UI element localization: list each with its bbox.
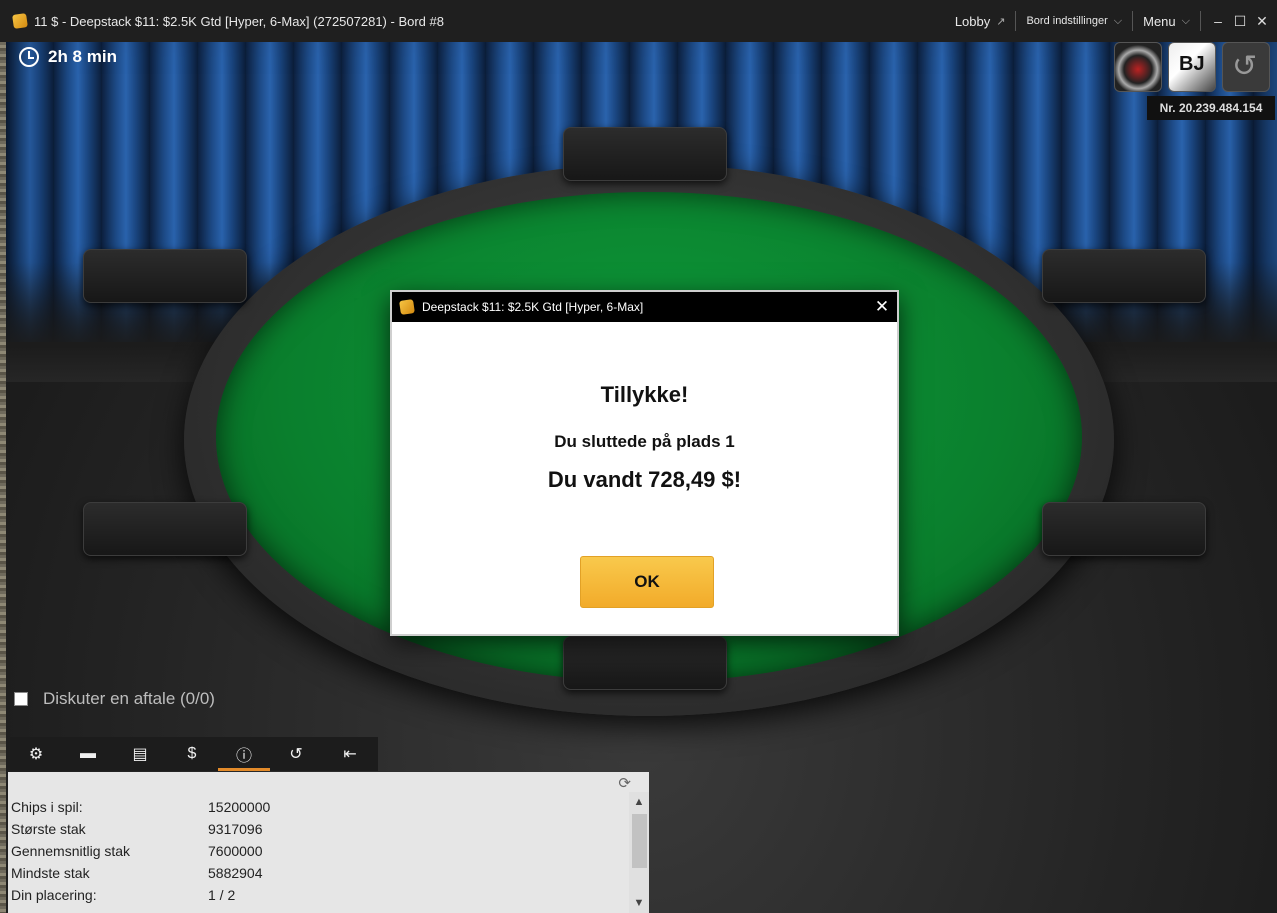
bottom-toolbar: ⚙ ▬ ▤ $ ⓘ ↺ ⇤ bbox=[10, 737, 378, 771]
external-link-icon: ↗ bbox=[996, 15, 1006, 28]
deal-label: Diskuter en aftale (0/0) bbox=[43, 689, 215, 708]
refresh-icon[interactable]: ⟳ bbox=[618, 774, 631, 792]
lobby-button[interactable]: Lobby ↗ bbox=[945, 10, 1016, 32]
table-settings-menu[interactable]: Bord indstillinger ⌵ bbox=[1016, 10, 1132, 32]
info-label: Mindste stak bbox=[11, 865, 90, 881]
menu-label: Menu bbox=[1143, 13, 1176, 29]
info-row: Chips i spil: 15200000 bbox=[11, 796, 270, 818]
app-logo-icon bbox=[12, 13, 28, 29]
info-label: Største stak bbox=[11, 821, 86, 837]
chevron-down-icon: ⌵ bbox=[1181, 14, 1190, 27]
info-row: Gennemsnitlig stak 7600000 bbox=[11, 840, 263, 862]
timer-text: 2h 8 min bbox=[48, 47, 117, 66]
minimize-button[interactable]: – bbox=[1207, 13, 1229, 29]
winnings-text: Du vandt 728,49 $! bbox=[547, 467, 742, 492]
info-value: 9317096 bbox=[208, 821, 263, 837]
replay-icon: ↺ bbox=[1232, 50, 1258, 83]
info-scrollbar[interactable]: ▲ ▼ bbox=[629, 792, 649, 913]
seat-bottom[interactable] bbox=[563, 636, 727, 690]
scroll-thumb[interactable] bbox=[632, 814, 647, 868]
blackjack-button[interactable]: BJ bbox=[1168, 42, 1216, 92]
window-titlebar: 11 $ - Deepstack $11: $2.5K Gtd [Hyper, … bbox=[0, 0, 1277, 42]
cashier-icon[interactable]: $ bbox=[166, 737, 218, 771]
info-row: Største stak 9317096 bbox=[11, 818, 263, 840]
deal-discussion-row[interactable]: Diskuter en aftale (0/0) bbox=[14, 689, 215, 709]
seat-top[interactable] bbox=[563, 127, 727, 181]
notes-icon[interactable]: ▤ bbox=[114, 737, 166, 771]
info-row: Din placering: 1 / 2 bbox=[11, 884, 235, 906]
scroll-up-icon[interactable]: ▲ bbox=[629, 792, 649, 812]
info-value: 1 / 2 bbox=[208, 887, 236, 903]
app-logo-icon bbox=[399, 299, 415, 315]
tournament-info-panel: ⟳ Chips i spil: 15200000 Største stak 93… bbox=[8, 772, 649, 913]
hand-number: Nr. 20.239.484.154 bbox=[1147, 96, 1275, 120]
seat-upper-left[interactable] bbox=[83, 249, 247, 303]
info-row: Mindste stak 5882904 bbox=[11, 862, 263, 884]
info-label: Gennemsnitlig stak bbox=[11, 843, 131, 859]
deal-checkbox[interactable] bbox=[14, 692, 28, 706]
seat-upper-right[interactable] bbox=[1042, 249, 1206, 303]
lobby-label: Lobby bbox=[954, 13, 991, 29]
info-value: 15200000 bbox=[208, 799, 271, 815]
divider bbox=[1200, 11, 1201, 31]
dialog-titlebar: Deepstack $11: $2.5K Gtd [Hyper, 6-Max] … bbox=[392, 292, 897, 322]
rebuy-icon[interactable]: ↺ bbox=[270, 737, 322, 771]
finish-position-text: Du sluttede på plads 1 bbox=[554, 432, 735, 451]
clock-icon bbox=[19, 47, 39, 67]
replay-button[interactable]: ↺ bbox=[1222, 42, 1270, 92]
info-icon[interactable]: ⓘ bbox=[218, 737, 270, 771]
chat-icon[interactable]: ▬ bbox=[62, 737, 114, 771]
scroll-down-icon[interactable]: ▼ bbox=[629, 893, 649, 913]
maximize-button[interactable]: ☐ bbox=[1229, 13, 1251, 30]
main-menu[interactable]: Menu ⌵ bbox=[1133, 10, 1200, 32]
dialog-close-button[interactable]: ✕ bbox=[867, 297, 897, 317]
settings-icon[interactable]: ⚙ bbox=[10, 737, 62, 771]
info-value: 5882904 bbox=[208, 865, 263, 881]
blackjack-icon: BJ bbox=[1179, 53, 1205, 75]
info-label: Chips i spil: bbox=[11, 799, 83, 815]
window-title: 11 $ - Deepstack $11: $2.5K Gtd [Hyper, … bbox=[34, 13, 444, 29]
info-label: Din placering: bbox=[11, 887, 97, 903]
roulette-button[interactable] bbox=[1114, 42, 1162, 92]
seat-lower-right[interactable] bbox=[1042, 502, 1206, 556]
table-settings-label: Bord indstillinger bbox=[1026, 15, 1108, 27]
info-value: 7600000 bbox=[208, 843, 263, 859]
chevron-down-icon: ⌵ bbox=[1113, 14, 1123, 27]
dialog-title: Deepstack $11: $2.5K Gtd [Hyper, 6-Max] bbox=[422, 300, 644, 314]
collapse-icon[interactable]: ⇤ bbox=[322, 737, 378, 771]
tournament-timer: 2h 8 min bbox=[19, 47, 117, 67]
ok-button[interactable]: OK bbox=[580, 556, 714, 608]
seat-lower-left[interactable] bbox=[83, 502, 247, 556]
close-window-button[interactable]: ✕ bbox=[1251, 13, 1273, 30]
dialog-heading: Tillykke! bbox=[600, 382, 689, 407]
result-dialog: Deepstack $11: $2.5K Gtd [Hyper, 6-Max] … bbox=[390, 290, 899, 636]
